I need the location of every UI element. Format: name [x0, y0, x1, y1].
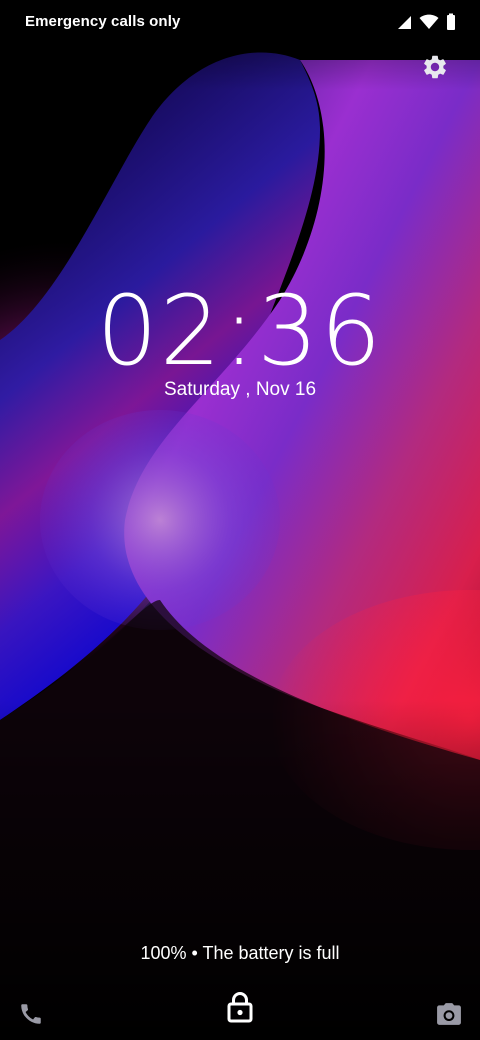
wifi-icon: [419, 13, 439, 31]
battery-status: 100% • The battery is full: [140, 943, 340, 963]
date: Saturday , Nov 16: [163, 379, 317, 400]
phone-icon: [21, 1004, 41, 1024]
camera-button[interactable]: [436, 1002, 462, 1026]
status-icons: [396, 13, 456, 31]
signal-icon: [396, 13, 412, 31]
status-bar: Emergency calls only: [0, 0, 480, 44]
phone-button[interactable]: [18, 1001, 44, 1027]
lock-icon: [227, 991, 253, 1023]
clock: 02:36: [96, 275, 384, 387]
battery-icon: [446, 13, 456, 31]
wallpaper: [0, 0, 480, 1040]
carrier-text: Emergency calls only: [25, 13, 181, 30]
settings-button[interactable]: [421, 53, 449, 81]
lock-screen: Emergency calls only 02:36 Saturday , No…: [0, 0, 480, 1040]
camera-icon: [437, 1003, 461, 1025]
gear-icon: [424, 55, 446, 79]
